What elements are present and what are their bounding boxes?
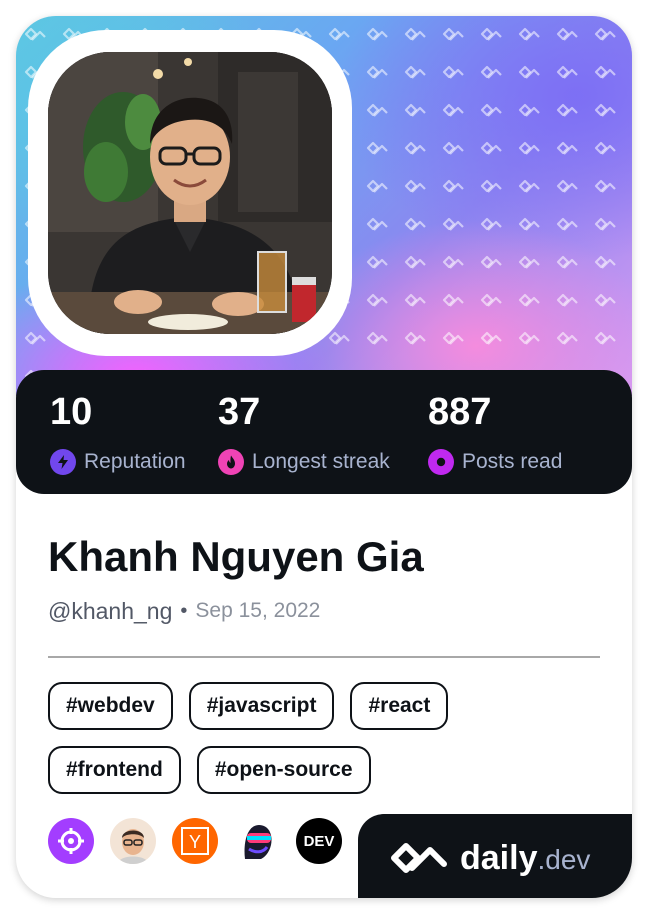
meta-separator: • [180,599,188,622]
dev-to-source-icon[interactable]: DEV [296,818,342,864]
tag-webdev[interactable]: #webdev [48,682,173,730]
joined-date: Sep 15, 2022 [195,599,321,622]
tag-frontend[interactable]: #frontend [48,746,181,794]
tag-list: #webdev #javascript #react #frontend #op… [48,682,608,810]
profile-card: 10 Reputation 37 Longest streak 887 Post… [16,16,632,898]
y-combinator-source-icon[interactable]: Y [172,818,218,864]
tag-react[interactable]: #react [350,682,449,730]
visor-head-source-icon[interactable] [234,818,280,864]
profile-meta: @khanh_ng • Sep 15, 2022 [48,596,320,626]
tag-javascript[interactable]: #javascript [188,682,335,730]
memoji-avatar-source-icon[interactable] [110,818,156,864]
profile-handle[interactable]: @khanh_ng [48,598,172,625]
source-list: Y DEV [48,818,358,866]
stat-reputation: 10 Reputation [50,390,186,476]
tag-row: #webdev #javascript #react [48,682,608,730]
flame-icon [218,449,244,475]
avatar-photo-illustration [48,52,332,334]
divider [48,656,600,658]
stat-value: 10 [50,391,93,433]
avatar-frame [28,30,352,356]
tag-open-source[interactable]: #open-source [196,746,371,794]
profile-name: Khanh Nguyen Gia [48,533,424,580]
stat-longest-streak: 37 Longest streak [218,390,390,476]
daily-dev-logo-icon [391,843,447,873]
brand-name-suffix: .dev [537,844,591,875]
stat-posts-read: 887 Posts read [428,390,562,476]
stat-value: 887 [428,391,492,433]
brand-name: daily.dev [460,836,590,882]
tag-row: #frontend #open-source [48,746,608,794]
avatar[interactable] [48,52,332,334]
y-letter: Y [189,832,201,852]
cover-background [16,16,632,396]
brand-badge: daily.dev [358,814,632,898]
stat-label: Reputation [84,450,186,473]
stat-label: Posts read [462,450,563,473]
stat-label: Longest streak [252,450,390,473]
crosshair-source-icon[interactable] [48,818,94,864]
brand-name-main: daily [460,839,538,877]
stat-value: 37 [218,391,261,433]
dev-to-label: DEV [303,832,335,850]
eye-icon [428,449,454,475]
stats-bar: 10 Reputation 37 Longest streak 887 Post… [16,370,632,494]
lightning-icon [50,449,76,475]
